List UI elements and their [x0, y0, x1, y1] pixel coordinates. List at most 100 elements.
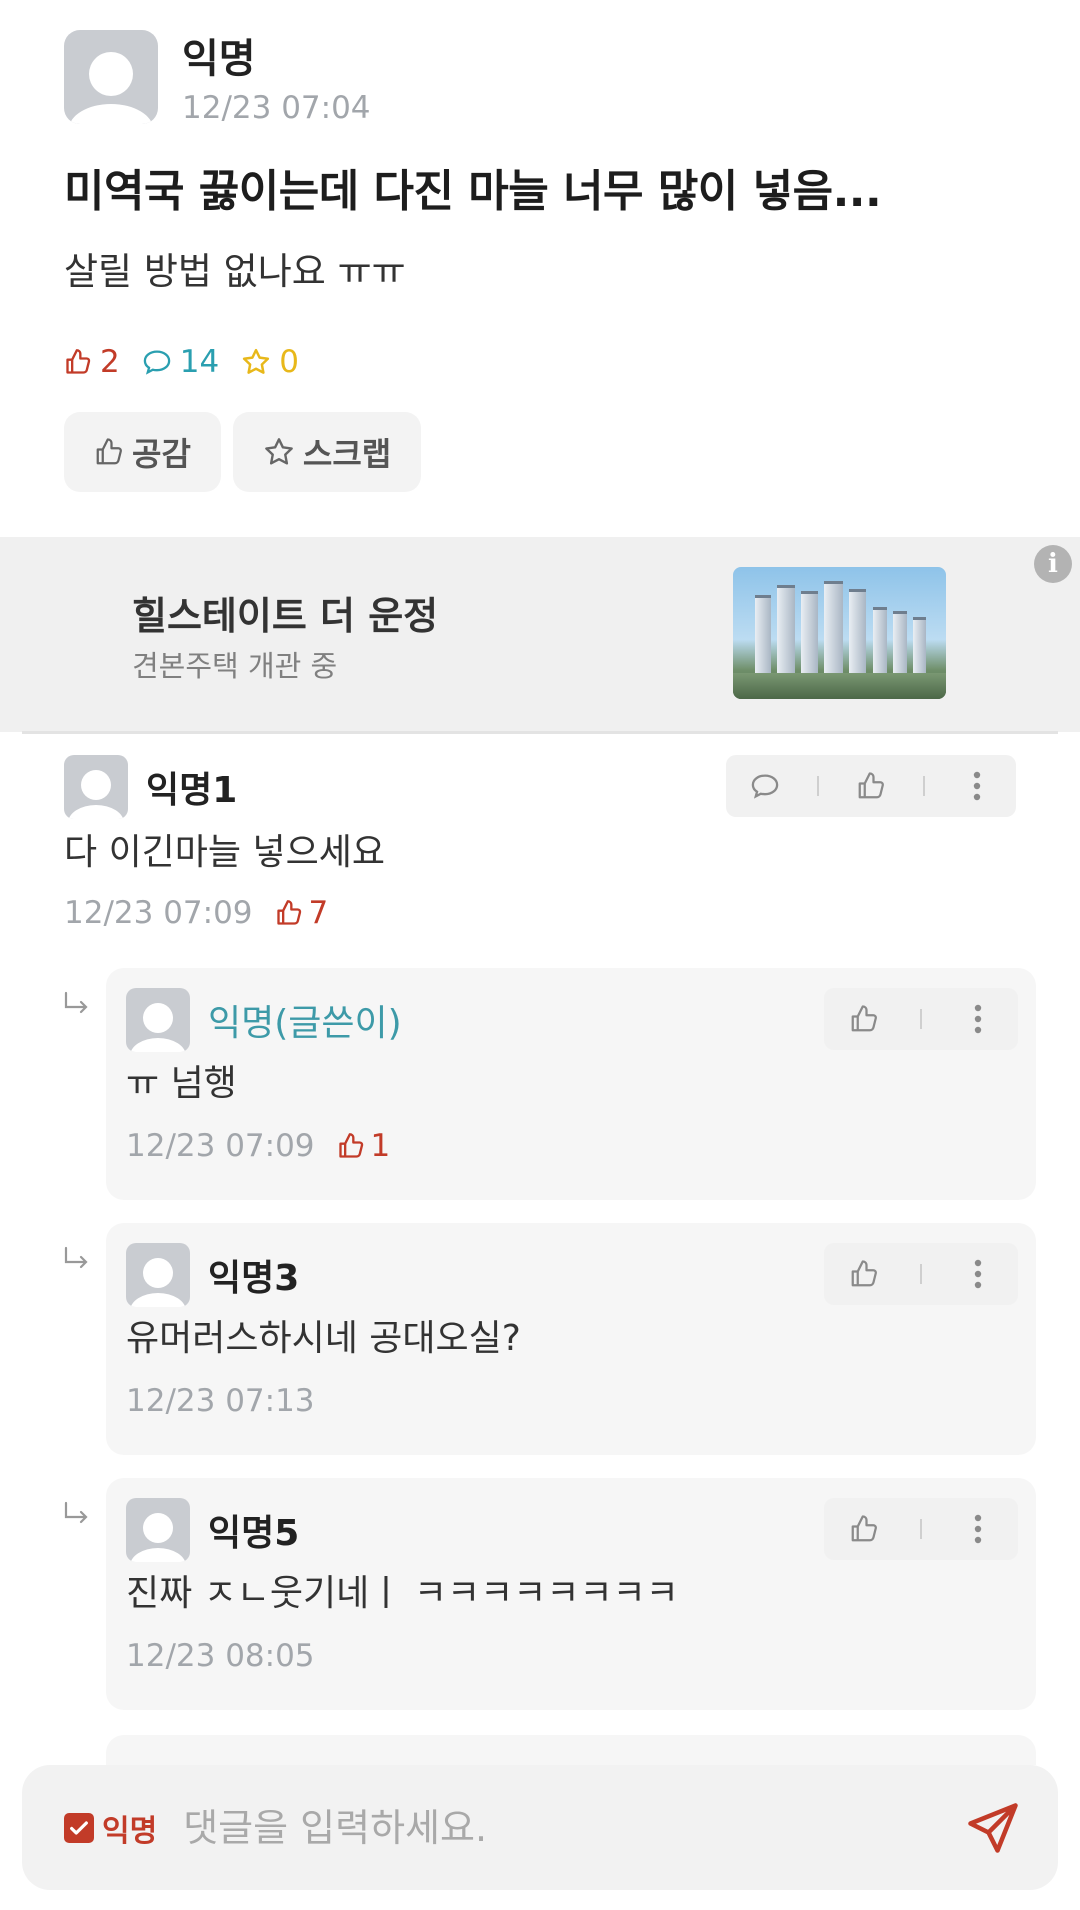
post-author-name: 익명: [182, 36, 256, 82]
comment-like-value: 1: [370, 1128, 391, 1164]
more-vertical-icon: [974, 771, 981, 801]
like-count: 2: [64, 344, 120, 380]
comment-meta: 12/23 08:05: [126, 1634, 1006, 1678]
more-options-button[interactable]: [953, 1249, 1003, 1299]
ad-image: [733, 567, 946, 699]
like-button-label: 공감: [132, 435, 191, 473]
comment-text: 다 이긴마늘 넣으세요: [64, 832, 385, 873]
comment-meta: 12/23 07:09 1: [126, 1124, 1006, 1168]
more-options-button[interactable]: [953, 994, 1003, 1044]
comment-like-button[interactable]: [839, 1504, 889, 1554]
scrap-button-label: 스크랩: [302, 435, 392, 473]
comment-author: 익명(글쓴이): [208, 1003, 402, 1044]
divider: [919, 1519, 922, 1539]
divider: [816, 776, 819, 796]
comment-time: 12/23 07:09: [126, 1128, 315, 1164]
divider: [923, 776, 926, 796]
ad-info-icon[interactable]: i: [1034, 545, 1072, 583]
more-options-button[interactable]: [952, 761, 1002, 811]
comment-like-count: 7: [275, 895, 329, 931]
comment-input-bar: 익명: [22, 1765, 1058, 1890]
star-icon: [243, 348, 270, 374]
comment-time: 12/23 07:13: [126, 1383, 315, 1419]
anonymous-label: 익명: [102, 1813, 158, 1849]
comment-author: 익명5: [208, 1513, 300, 1554]
star-icon: [265, 438, 293, 465]
like-count-value: 2: [100, 344, 120, 380]
thumbs-up-icon: [66, 349, 91, 374]
checkmark-icon: [70, 1820, 88, 1835]
avatar: [126, 1243, 190, 1307]
comment-time: 12/23 07:09: [64, 895, 253, 931]
avatar: [64, 755, 128, 819]
reply-item: 익명(글쓴이) ㅠ 넘행 12/23 07:09 1: [106, 968, 1036, 1200]
thumbs-up-icon: [96, 438, 122, 465]
reply-item: 익명5 진짜 ㅈㄴ웃기네ㅣ ㅋㅋㅋㅋㅋㅋㅋㅋ 12/23 08:05: [106, 1478, 1036, 1710]
comment-tools: [824, 1498, 1018, 1560]
avatar: [126, 1498, 190, 1562]
comment-tools: [824, 1243, 1018, 1305]
avatar: [126, 988, 190, 1052]
ad-banner[interactable]: 힐스테이트 더 운정 견본주택 개관 중: [0, 537, 1080, 732]
comment-like-value: 7: [308, 895, 329, 931]
ad-subtitle: 견본주택 개관 중: [132, 649, 338, 683]
more-vertical-icon: [974, 1004, 981, 1034]
divider: [919, 1264, 922, 1284]
send-icon: [968, 1803, 1018, 1853]
send-button[interactable]: [962, 1797, 1024, 1859]
ad-title: 힐스테이트 더 운정: [132, 594, 439, 638]
divider: [22, 731, 1058, 734]
post-time: 12/23 07:04: [182, 90, 371, 126]
comment-count-value: 14: [179, 344, 220, 380]
next-reply-peek: [106, 1735, 1036, 1765]
thumbs-up-icon: [851, 1260, 878, 1287]
comment-author: 익명1: [146, 770, 238, 811]
comment-input[interactable]: [183, 1792, 904, 1863]
comment-text: 진짜 ㅈㄴ웃기네ㅣ ㅋㅋㅋㅋㅋㅋㅋㅋ: [126, 1573, 679, 1614]
thumbs-up-icon: [851, 1515, 878, 1542]
post-body: 살릴 방법 없나요 ㅠㅠ: [64, 250, 406, 293]
post-actions: 공감 스크랩: [64, 412, 1016, 492]
scrap-count: 0: [241, 344, 299, 380]
anonymous-toggle[interactable]: 익명: [64, 1806, 157, 1850]
comment-text: ㅠ 넘행: [126, 1063, 237, 1104]
anonymous-checkbox[interactable]: [64, 1812, 94, 1843]
reply-arrow-icon: [64, 1246, 88, 1269]
more-vertical-icon: [974, 1514, 981, 1544]
thumbs-up-icon: [276, 900, 301, 925]
page: 익명 12/23 07:04 미역국 끓이는데 다진 마늘 너무 많이 넣음..…: [0, 0, 1080, 1910]
like-button[interactable]: 공감: [64, 412, 221, 492]
reply-arrow-icon: [64, 1501, 88, 1524]
post-author-row: 익명 12/23 07:04: [64, 30, 1016, 130]
divider: [919, 1009, 922, 1029]
comment-like-button[interactable]: [839, 1249, 889, 1299]
thumbs-up-icon: [338, 1133, 363, 1158]
comment-meta: 12/23 07:13: [126, 1379, 1006, 1423]
comment-count: 14: [142, 344, 219, 380]
thumbs-up-icon: [858, 772, 884, 799]
reply-arrow-icon: [64, 991, 88, 1014]
comment-bubble-icon: [751, 774, 778, 799]
scrap-count-value: 0: [279, 344, 299, 380]
comment-bubble-icon: [143, 350, 171, 375]
comment-text: 유머러스하시네 공대오실?: [126, 1318, 521, 1359]
more-vertical-icon: [974, 1259, 981, 1289]
post-title: 미역국 끓이는데 다진 마늘 너무 많이 넣음...: [64, 166, 882, 217]
comment-like-button[interactable]: [839, 994, 889, 1044]
scrap-button[interactable]: 스크랩: [232, 412, 422, 492]
comment-tools: [726, 755, 1016, 817]
comment-meta: 12/23 07:09 7: [64, 891, 1024, 935]
reply-button[interactable]: [740, 761, 790, 811]
reply-item: 익명3 유머러스하시네 공대오실? 12/23 07:13: [106, 1223, 1036, 1455]
thumbs-up-icon: [851, 1005, 878, 1032]
post-author-meta: 익명 12/23 07:04: [182, 30, 371, 130]
avatar: [64, 30, 158, 124]
post: 익명 12/23 07:04 미역국 끓이는데 다진 마늘 너무 많이 넣음..…: [0, 0, 1080, 492]
more-options-button[interactable]: [953, 1504, 1003, 1554]
post-stats: 2 14 0: [64, 340, 1016, 384]
comment-time: 12/23 08:05: [126, 1638, 315, 1674]
comment-author: 익명3: [208, 1258, 300, 1299]
comment-tools: [824, 988, 1018, 1050]
comment-like-count: 1: [337, 1128, 391, 1164]
comment-like-button[interactable]: [846, 761, 896, 811]
